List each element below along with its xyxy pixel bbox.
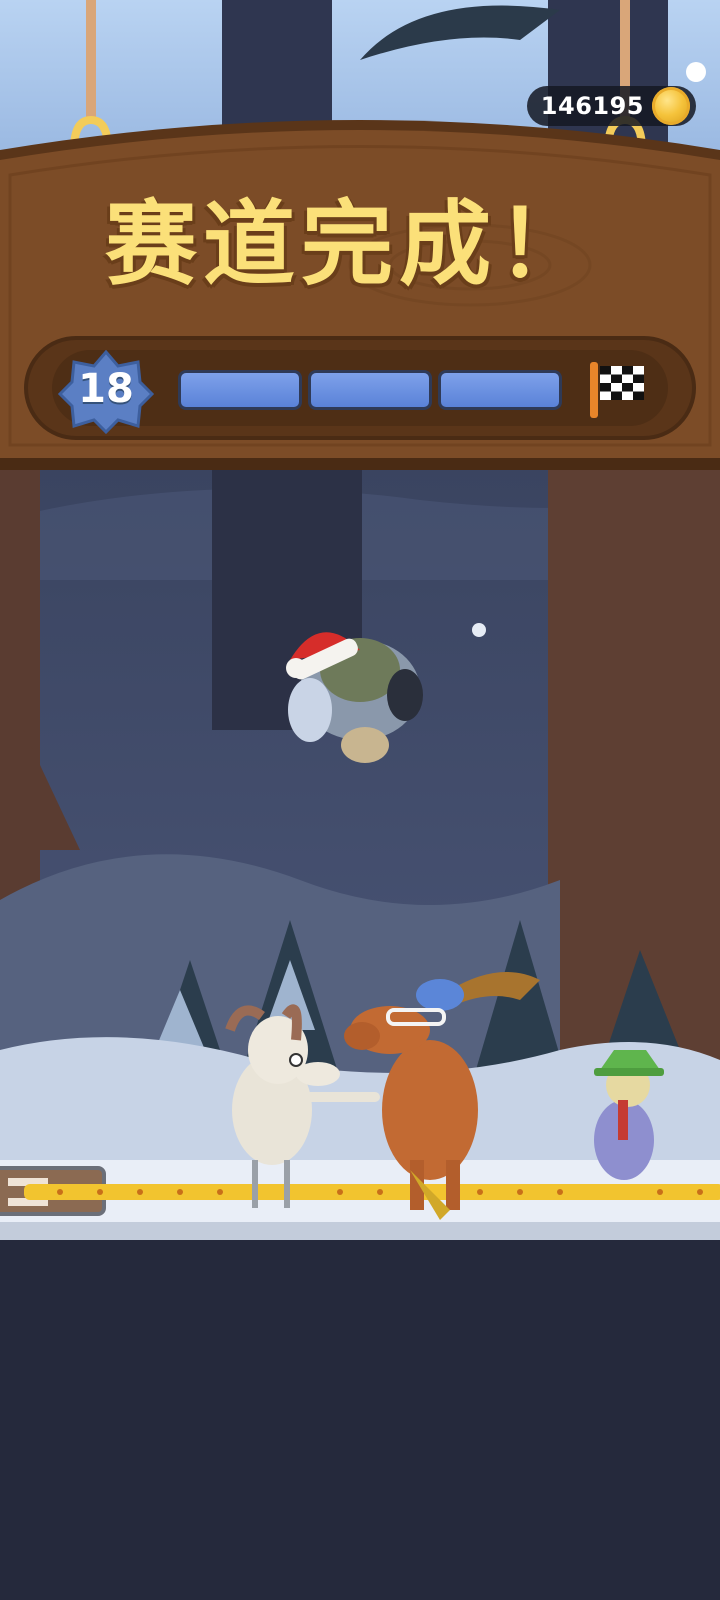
tree-trunk: [222, 0, 332, 170]
checkered-flag-icon: [590, 362, 644, 418]
progress-segment-3: [438, 370, 562, 410]
snowflake: [472, 623, 486, 637]
progress-segment-1: [178, 370, 302, 410]
notification-dot: [686, 62, 706, 82]
progress-segment-2: [308, 370, 432, 410]
gold-coin-icon: [652, 87, 690, 125]
level-number: 18: [78, 366, 134, 412]
ground-edge: [0, 1222, 720, 1240]
coin-counter: 146195: [526, 86, 696, 126]
track-rope: [24, 1184, 720, 1200]
level-complete-title: 赛道完成！: [104, 191, 595, 298]
coin-count: 146195: [540, 92, 644, 120]
rope: [86, 0, 96, 120]
